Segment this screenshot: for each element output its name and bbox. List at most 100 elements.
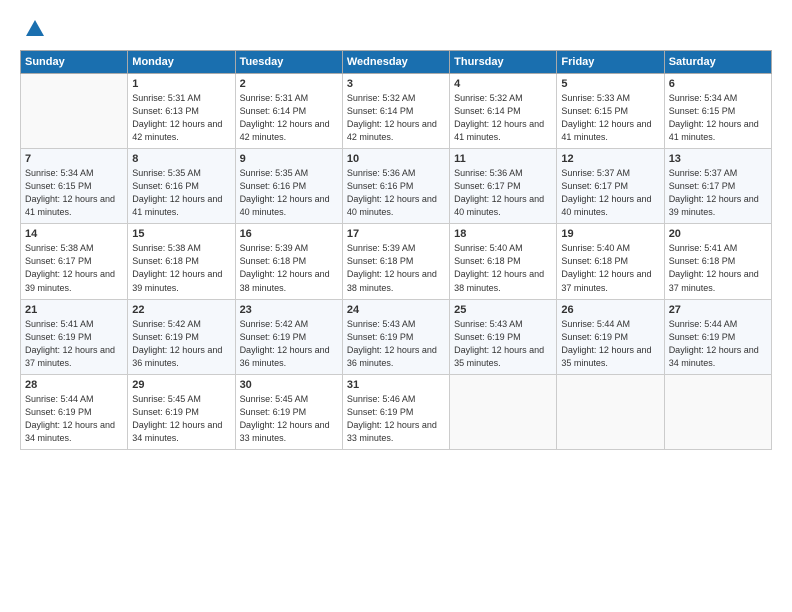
calendar-cell: 14 Sunrise: 5:38 AMSunset: 6:17 PMDayligh… — [21, 224, 128, 299]
day-number: 11 — [454, 153, 552, 165]
cell-info: Sunrise: 5:44 AMSunset: 6:19 PMDaylight:… — [25, 394, 115, 443]
cell-info: Sunrise: 5:36 AMSunset: 6:17 PMDaylight:… — [454, 168, 544, 217]
day-number: 4 — [454, 78, 552, 90]
calendar-cell — [450, 374, 557, 449]
cell-info: Sunrise: 5:41 AMSunset: 6:18 PMDaylight:… — [669, 243, 759, 292]
day-number: 31 — [347, 379, 445, 391]
cell-info: Sunrise: 5:39 AMSunset: 6:18 PMDaylight:… — [347, 243, 437, 292]
calendar-cell: 3Sunrise: 5:32 AMSunset: 6:14 PMDaylight… — [342, 74, 449, 149]
calendar-week-row: 1Sunrise: 5:31 AMSunset: 6:13 PMDaylight… — [21, 74, 772, 149]
header-day: Thursday — [450, 51, 557, 74]
calendar-cell: 12 Sunrise: 5:37 AMSunset: 6:17 PMDayligh… — [557, 149, 664, 224]
logo — [20, 18, 48, 40]
day-number: 27 — [669, 304, 767, 316]
cell-info: Sunrise: 5:43 AMSunset: 6:19 PMDaylight:… — [454, 319, 544, 368]
header-day: Wednesday — [342, 51, 449, 74]
cell-info: Sunrise: 5:35 AMSunset: 6:16 PMDaylight:… — [132, 168, 222, 217]
calendar-cell: 28 Sunrise: 5:44 AMSunset: 6:19 PMDayligh… — [21, 374, 128, 449]
calendar-cell: 5 Sunrise: 5:33 AMSunset: 6:15 PMDaylight… — [557, 74, 664, 149]
calendar-cell: 6 Sunrise: 5:34 AMSunset: 6:15 PMDaylight… — [664, 74, 771, 149]
day-number: 9 — [240, 153, 338, 165]
page-header — [20, 18, 772, 40]
calendar-cell: 24 Sunrise: 5:43 AMSunset: 6:19 PMDayligh… — [342, 299, 449, 374]
calendar-cell: 29 Sunrise: 5:45 AMSunset: 6:19 PMDayligh… — [128, 374, 235, 449]
cell-info: Sunrise: 5:37 AMSunset: 6:17 PMDaylight:… — [561, 168, 651, 217]
calendar-cell: 30Sunrise: 5:45 AMSunset: 6:19 PMDayligh… — [235, 374, 342, 449]
cell-info: Sunrise: 5:41 AMSunset: 6:19 PMDaylight:… — [25, 319, 115, 368]
cell-info: Sunrise: 5:39 AMSunset: 6:18 PMDaylight:… — [240, 243, 330, 292]
cell-info: Sunrise: 5:42 AMSunset: 6:19 PMDaylight:… — [240, 319, 330, 368]
calendar-cell: 23 Sunrise: 5:42 AMSunset: 6:19 PMDayligh… — [235, 299, 342, 374]
day-number: 18 — [454, 228, 552, 240]
day-number: 17 — [347, 228, 445, 240]
header-day: Sunday — [21, 51, 128, 74]
day-number: 28 — [25, 379, 123, 391]
cell-info: Sunrise: 5:45 AMSunset: 6:19 PMDaylight:… — [132, 394, 222, 443]
calendar-week-row: 21Sunrise: 5:41 AMSunset: 6:19 PMDayligh… — [21, 299, 772, 374]
calendar-cell: 20 Sunrise: 5:41 AMSunset: 6:18 PMDayligh… — [664, 224, 771, 299]
calendar-cell: 19Sunrise: 5:40 AMSunset: 6:18 PMDayligh… — [557, 224, 664, 299]
calendar-week-row: 14 Sunrise: 5:38 AMSunset: 6:17 PMDayligh… — [21, 224, 772, 299]
cell-info: Sunrise: 5:45 AMSunset: 6:19 PMDaylight:… — [240, 394, 330, 443]
calendar-cell: 21Sunrise: 5:41 AMSunset: 6:19 PMDayligh… — [21, 299, 128, 374]
day-number: 6 — [669, 78, 767, 90]
cell-info: Sunrise: 5:34 AMSunset: 6:15 PMDaylight:… — [25, 168, 115, 217]
day-number: 1 — [132, 78, 230, 90]
day-number: 23 — [240, 304, 338, 316]
day-number: 22 — [132, 304, 230, 316]
day-number: 26 — [561, 304, 659, 316]
calendar-cell: 1Sunrise: 5:31 AMSunset: 6:13 PMDaylight… — [128, 74, 235, 149]
calendar-cell — [557, 374, 664, 449]
calendar-week-row: 7 Sunrise: 5:34 AMSunset: 6:15 PMDaylight… — [21, 149, 772, 224]
cell-info: Sunrise: 5:42 AMSunset: 6:19 PMDaylight:… — [132, 319, 222, 368]
calendar-cell — [664, 374, 771, 449]
day-number: 19 — [561, 228, 659, 240]
cell-info: Sunrise: 5:46 AMSunset: 6:19 PMDaylight:… — [347, 394, 437, 443]
day-number: 15 — [132, 228, 230, 240]
day-number: 25 — [454, 304, 552, 316]
header-day: Saturday — [664, 51, 771, 74]
calendar-cell: 2Sunrise: 5:31 AMSunset: 6:14 PMDaylight… — [235, 74, 342, 149]
calendar-cell: 10Sunrise: 5:36 AMSunset: 6:16 PMDayligh… — [342, 149, 449, 224]
day-number: 13 — [669, 153, 767, 165]
cell-info: Sunrise: 5:44 AMSunset: 6:19 PMDaylight:… — [669, 319, 759, 368]
day-number: 14 — [25, 228, 123, 240]
calendar-table: SundayMondayTuesdayWednesdayThursdayFrid… — [20, 50, 772, 450]
calendar-cell: 9Sunrise: 5:35 AMSunset: 6:16 PMDaylight… — [235, 149, 342, 224]
day-number: 24 — [347, 304, 445, 316]
cell-info: Sunrise: 5:37 AMSunset: 6:17 PMDaylight:… — [669, 168, 759, 217]
header-day: Friday — [557, 51, 664, 74]
calendar-cell: 26 Sunrise: 5:44 AMSunset: 6:19 PMDayligh… — [557, 299, 664, 374]
cell-info: Sunrise: 5:32 AMSunset: 6:14 PMDaylight:… — [347, 93, 437, 142]
calendar-cell: 17 Sunrise: 5:39 AMSunset: 6:18 PMDayligh… — [342, 224, 449, 299]
calendar-cell: 15 Sunrise: 5:38 AMSunset: 6:18 PMDayligh… — [128, 224, 235, 299]
cell-info: Sunrise: 5:38 AMSunset: 6:17 PMDaylight:… — [25, 243, 115, 292]
day-number: 12 — [561, 153, 659, 165]
day-number: 8 — [132, 153, 230, 165]
day-number: 10 — [347, 153, 445, 165]
day-number: 20 — [669, 228, 767, 240]
logo-icon — [24, 18, 46, 40]
day-number: 7 — [25, 153, 123, 165]
calendar-cell: 7 Sunrise: 5:34 AMSunset: 6:15 PMDaylight… — [21, 149, 128, 224]
calendar-cell: 11 Sunrise: 5:36 AMSunset: 6:17 PMDayligh… — [450, 149, 557, 224]
cell-info: Sunrise: 5:44 AMSunset: 6:19 PMDaylight:… — [561, 319, 651, 368]
cell-info: Sunrise: 5:34 AMSunset: 6:15 PMDaylight:… — [669, 93, 759, 142]
day-number: 5 — [561, 78, 659, 90]
cell-info: Sunrise: 5:40 AMSunset: 6:18 PMDaylight:… — [454, 243, 544, 292]
cell-info: Sunrise: 5:33 AMSunset: 6:15 PMDaylight:… — [561, 93, 651, 142]
calendar-week-row: 28 Sunrise: 5:44 AMSunset: 6:19 PMDayligh… — [21, 374, 772, 449]
calendar-cell: 27 Sunrise: 5:44 AMSunset: 6:19 PMDayligh… — [664, 299, 771, 374]
cell-info: Sunrise: 5:43 AMSunset: 6:19 PMDaylight:… — [347, 319, 437, 368]
header-row: SundayMondayTuesdayWednesdayThursdayFrid… — [21, 51, 772, 74]
day-number: 29 — [132, 379, 230, 391]
calendar-page: SundayMondayTuesdayWednesdayThursdayFrid… — [0, 0, 792, 612]
header-day: Tuesday — [235, 51, 342, 74]
calendar-cell: 16Sunrise: 5:39 AMSunset: 6:18 PMDayligh… — [235, 224, 342, 299]
calendar-cell: 22 Sunrise: 5:42 AMSunset: 6:19 PMDayligh… — [128, 299, 235, 374]
cell-info: Sunrise: 5:38 AMSunset: 6:18 PMDaylight:… — [132, 243, 222, 292]
cell-info: Sunrise: 5:31 AMSunset: 6:14 PMDaylight:… — [240, 93, 330, 142]
calendar-cell: 31 Sunrise: 5:46 AMSunset: 6:19 PMDayligh… — [342, 374, 449, 449]
cell-info: Sunrise: 5:32 AMSunset: 6:14 PMDaylight:… — [454, 93, 544, 142]
header-day: Monday — [128, 51, 235, 74]
